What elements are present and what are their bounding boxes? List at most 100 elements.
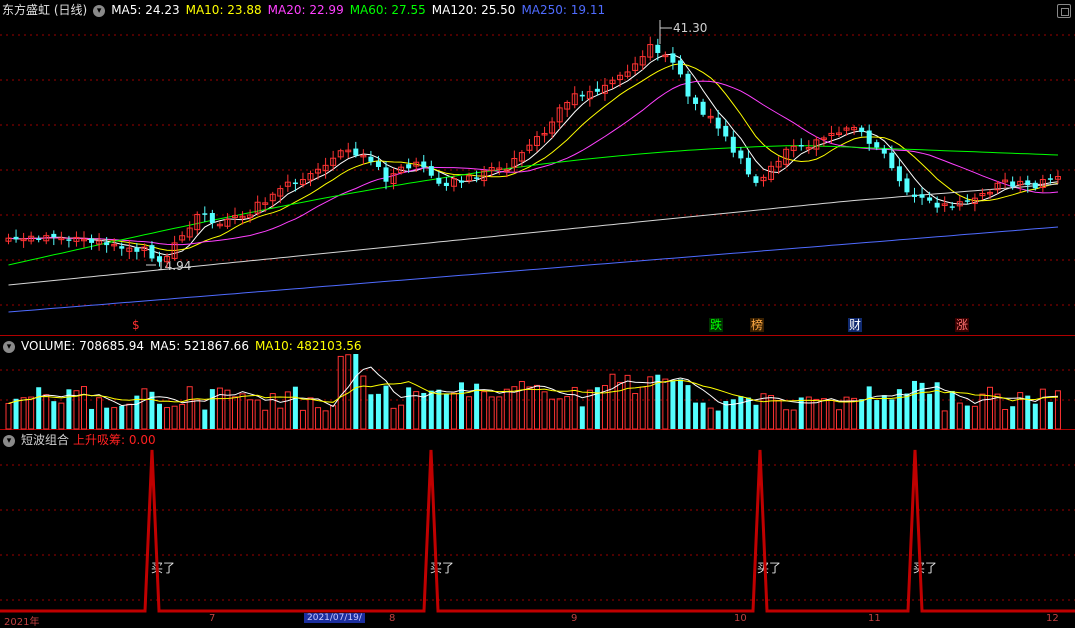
volume-bar [247, 399, 254, 430]
volume-bar [971, 405, 978, 430]
candle-body [51, 233, 57, 238]
volume-bar [20, 397, 27, 430]
candle-body [881, 148, 887, 154]
volume-bar [307, 397, 314, 430]
candle-body [134, 247, 140, 252]
volume-bar [1010, 406, 1016, 429]
volume-bar [134, 395, 140, 429]
volume-bar [337, 355, 344, 430]
volume-bar [421, 392, 427, 429]
candle-body [428, 166, 434, 176]
volume-bar [617, 381, 624, 430]
candle-body [209, 212, 215, 224]
candle-body [934, 202, 940, 208]
volume-bar [534, 384, 540, 430]
volume-bar [693, 402, 699, 429]
ma60-line [8, 145, 1059, 266]
volume-bar [58, 402, 65, 430]
volume-bar [556, 398, 563, 430]
volume-bar [503, 388, 510, 430]
volume-bar [941, 410, 948, 430]
volume-bar [202, 409, 208, 429]
candle-body [685, 73, 691, 97]
candle-body [474, 177, 480, 179]
volume-bar [141, 388, 148, 430]
volume-bar [820, 398, 827, 430]
candle-body [896, 166, 902, 182]
candle-body [436, 177, 442, 184]
volume-bar [753, 404, 759, 429]
volume-bar [609, 373, 616, 430]
volume-bar [949, 390, 955, 429]
volume-bar [269, 393, 276, 430]
moving-average-lines [8, 53, 1059, 313]
volume-bar [775, 399, 782, 430]
volume-bar [927, 393, 933, 429]
candle-body [292, 182, 298, 185]
volume-bar [299, 409, 306, 430]
volume-bar [277, 407, 284, 430]
volume-bar [541, 391, 548, 430]
volume-bar [450, 392, 457, 430]
candle-body [949, 206, 955, 208]
volume-bar [398, 404, 405, 430]
volume-bar [934, 382, 940, 429]
volume-bar [677, 379, 683, 429]
volume-bar [224, 389, 231, 430]
candle-body [421, 161, 427, 168]
price-grid [0, 34, 1075, 601]
candle-body [715, 117, 721, 129]
signal-spikes [0, 449, 1075, 613]
volume-bar [51, 401, 57, 429]
volume-bar [715, 410, 721, 429]
candle-body [738, 150, 744, 159]
chart-canvas[interactable] [0, 0, 1075, 621]
volume-bar [813, 398, 820, 430]
signal-line [0, 449, 1075, 613]
volume-bar [375, 393, 381, 429]
volume-bar [685, 385, 691, 429]
ma5-line [8, 53, 1059, 256]
candle-body [745, 157, 751, 175]
candle-body [866, 130, 872, 144]
volume-bar [526, 386, 533, 430]
volume-bar [353, 354, 359, 429]
volume-bar [488, 396, 495, 430]
candle-body [13, 236, 19, 240]
candle-body [730, 136, 736, 153]
volume-bar [406, 387, 412, 429]
candle-body [693, 97, 699, 104]
candle-body [104, 242, 110, 246]
volume-bar [1047, 401, 1053, 429]
volume-bar [670, 380, 676, 429]
candle-body [89, 238, 95, 243]
volume-bar [171, 405, 178, 430]
candle-body [375, 161, 381, 167]
candle-body [383, 167, 389, 182]
candle-body [459, 180, 464, 183]
candle-body [368, 156, 374, 162]
volume-bar [104, 407, 110, 429]
volume-bar [179, 403, 186, 430]
volume-bar [836, 409, 842, 430]
volume-bar [874, 400, 880, 429]
volume-bar [571, 386, 578, 430]
volume-bar [511, 386, 518, 430]
candle-body [723, 125, 729, 137]
candle-body [874, 142, 880, 148]
volume-bar [413, 391, 420, 430]
candle-body [406, 164, 412, 169]
volume-bar [707, 407, 714, 430]
candle-body [157, 256, 162, 262]
volume-bar [13, 398, 19, 429]
candle-body [119, 246, 125, 249]
volume-bar [330, 405, 337, 430]
volume-bar [360, 375, 367, 430]
volume-bar [428, 390, 434, 429]
volume-bar [1032, 403, 1038, 429]
volume-bar [662, 378, 669, 430]
volume-bar [790, 409, 797, 430]
candle-body [677, 60, 683, 75]
volume-bar [1002, 408, 1009, 430]
volume-bar [496, 396, 503, 430]
